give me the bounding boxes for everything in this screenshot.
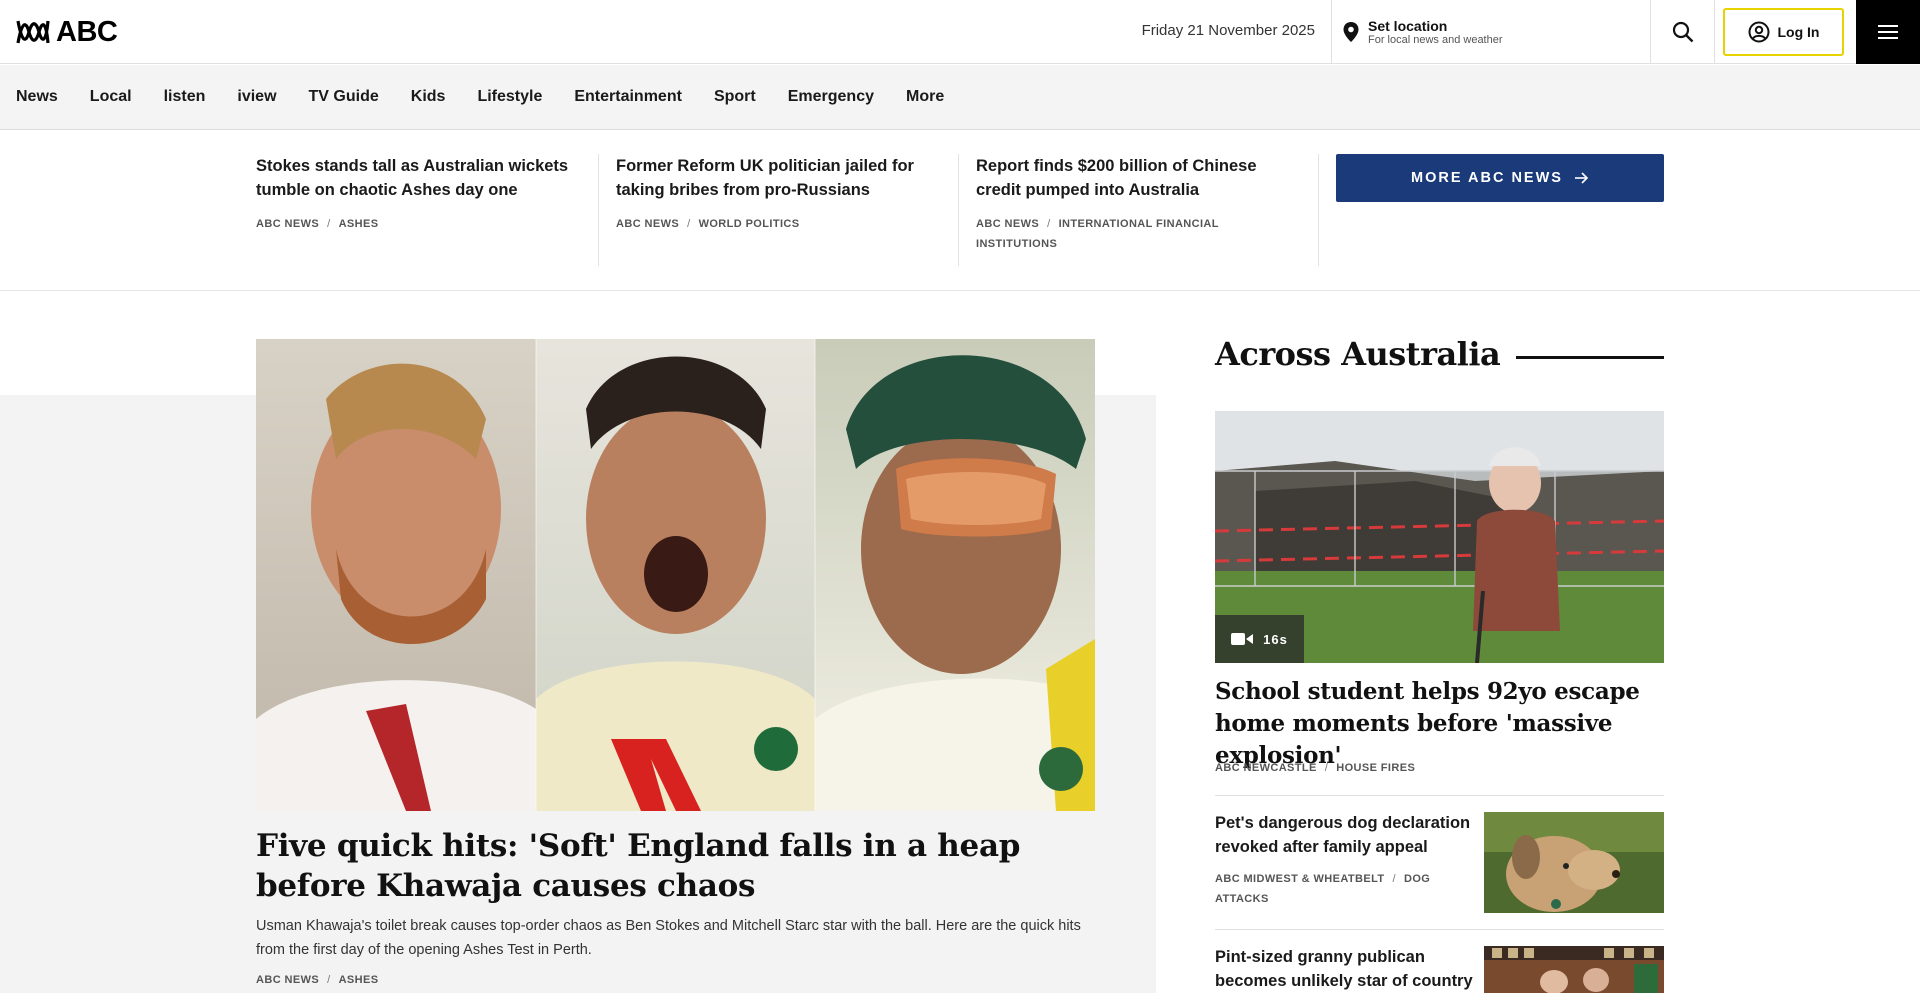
arrow-right-icon bbox=[1574, 172, 1589, 184]
user-icon bbox=[1748, 21, 1769, 43]
search-button[interactable] bbox=[1651, 0, 1715, 64]
hero-image[interactable] bbox=[256, 339, 1095, 811]
tag-source[interactable]: ABC NEWS bbox=[616, 218, 679, 230]
more-button-label: MORE ABC NEWS bbox=[1411, 170, 1563, 186]
tag-source[interactable]: ABC NEWCASTLE bbox=[1215, 762, 1317, 774]
login-label: Log In bbox=[1777, 24, 1820, 40]
nav-item-tv-guide[interactable]: TV Guide bbox=[309, 88, 379, 106]
nav-item-more[interactable]: More bbox=[906, 88, 944, 106]
nav-item-sport[interactable]: Sport bbox=[714, 88, 756, 106]
abc-lissajous-icon bbox=[16, 20, 50, 44]
login-button[interactable]: Log In bbox=[1723, 8, 1844, 56]
current-date: Friday 21 November 2025 bbox=[1141, 22, 1315, 39]
tag-source[interactable]: ABC NEWS bbox=[256, 218, 319, 230]
across-australia-header: Across Australia bbox=[1215, 335, 1664, 373]
top-stories-strip: Stokes stands tall as Australian wickets… bbox=[0, 130, 1920, 291]
location-subtitle: For local news and weather bbox=[1368, 33, 1503, 46]
video-camera-icon bbox=[1231, 633, 1254, 645]
nav-item-kids[interactable]: Kids bbox=[411, 88, 446, 106]
list-item-headline[interactable]: Pet's dangerous dog declaration revoked … bbox=[1215, 811, 1475, 859]
hamburger-menu-icon bbox=[1878, 25, 1898, 39]
site-header: ABC Friday 21 November 2025 Set location… bbox=[0, 0, 1920, 64]
top-story-title[interactable]: Former Reform UK politician jailed for t… bbox=[616, 154, 942, 202]
list-item-thumbnail[interactable] bbox=[1484, 946, 1664, 993]
abc-logo[interactable]: ABC bbox=[16, 16, 118, 48]
top-story-1[interactable]: Stokes stands tall as Australian wickets… bbox=[256, 154, 599, 266]
feature-tags: ABC NEWCASTLE / HOUSE FIRES bbox=[1215, 762, 1416, 774]
nav-item-emergency[interactable]: Emergency bbox=[788, 88, 874, 106]
list-item-thumbnail[interactable] bbox=[1484, 812, 1664, 913]
list-item-tags: ABC MIDWEST & WHEATBELT / DOG ATTACKS bbox=[1215, 873, 1431, 905]
nav-item-listen[interactable]: listen bbox=[164, 88, 206, 106]
tag-topic[interactable]: ASHES bbox=[339, 974, 379, 986]
video-duration-badge: 16s bbox=[1215, 615, 1304, 663]
story-tags: ABC NEWS / ASHES bbox=[256, 218, 379, 230]
tag-source[interactable]: ABC MIDWEST & WHEATBELT bbox=[1215, 873, 1385, 885]
nav-item-entertainment[interactable]: Entertainment bbox=[574, 88, 682, 106]
tag-source[interactable]: ABC NEWS bbox=[976, 218, 1039, 230]
pub-interior-photo bbox=[1484, 946, 1664, 993]
top-story-2[interactable]: Former Reform UK politician jailed for t… bbox=[616, 154, 959, 266]
menu-button[interactable] bbox=[1856, 0, 1920, 64]
search-icon bbox=[1672, 21, 1693, 43]
nav-item-news[interactable]: News bbox=[16, 88, 58, 106]
divider bbox=[1215, 929, 1664, 930]
location-pin-icon bbox=[1343, 22, 1359, 42]
nav-item-local[interactable]: Local bbox=[90, 88, 132, 106]
top-story-3[interactable]: Report finds $200 billion of Chinese cre… bbox=[976, 154, 1319, 266]
hero-headline[interactable]: Five quick hits: 'Soft' England falls in… bbox=[256, 826, 1076, 906]
section-heading[interactable]: Across Australia bbox=[1215, 335, 1501, 373]
story-tags: ABC NEWS / INTERNATIONAL FINANCIAL INSTITU… bbox=[976, 218, 1219, 250]
tag-source[interactable]: ABC NEWS bbox=[256, 974, 319, 986]
feature-image[interactable]: 16s bbox=[1215, 411, 1664, 663]
top-story-title[interactable]: Stokes stands tall as Australian wickets… bbox=[256, 154, 582, 202]
hero-tags: ABC NEWS / ASHES bbox=[256, 974, 379, 986]
tag-topic[interactable]: WORLD POLITICS bbox=[699, 218, 800, 230]
more-abc-news-button[interactable]: MORE ABC NEWS bbox=[1336, 154, 1664, 202]
divider bbox=[1215, 795, 1664, 796]
nav-item-iview[interactable]: iview bbox=[237, 88, 276, 106]
tag-topic[interactable]: ASHES bbox=[339, 218, 379, 230]
set-location-button[interactable]: Set location For local news and weather bbox=[1331, 0, 1651, 64]
dog-photo bbox=[1484, 812, 1664, 913]
story-tags: ABC NEWS / WORLD POLITICS bbox=[616, 218, 800, 230]
nav-item-lifestyle[interactable]: Lifestyle bbox=[477, 88, 542, 106]
heading-rule bbox=[1516, 355, 1664, 359]
tag-topic[interactable]: HOUSE FIRES bbox=[1336, 762, 1415, 774]
top-story-title[interactable]: Report finds $200 billion of Chinese cre… bbox=[976, 154, 1302, 202]
hero-description: Usman Khawaja's toilet break causes top-… bbox=[256, 918, 1081, 958]
location-title: Set location bbox=[1368, 17, 1448, 34]
video-duration: 16s bbox=[1263, 631, 1288, 647]
cricketers-photo-collage bbox=[256, 339, 1095, 811]
list-item-headline[interactable]: Pint-sized granny publican becomes unlik… bbox=[1215, 945, 1475, 993]
logo-text: ABC bbox=[56, 16, 118, 48]
main-navigation: News Local listen iview TV Guide Kids Li… bbox=[0, 65, 1920, 130]
